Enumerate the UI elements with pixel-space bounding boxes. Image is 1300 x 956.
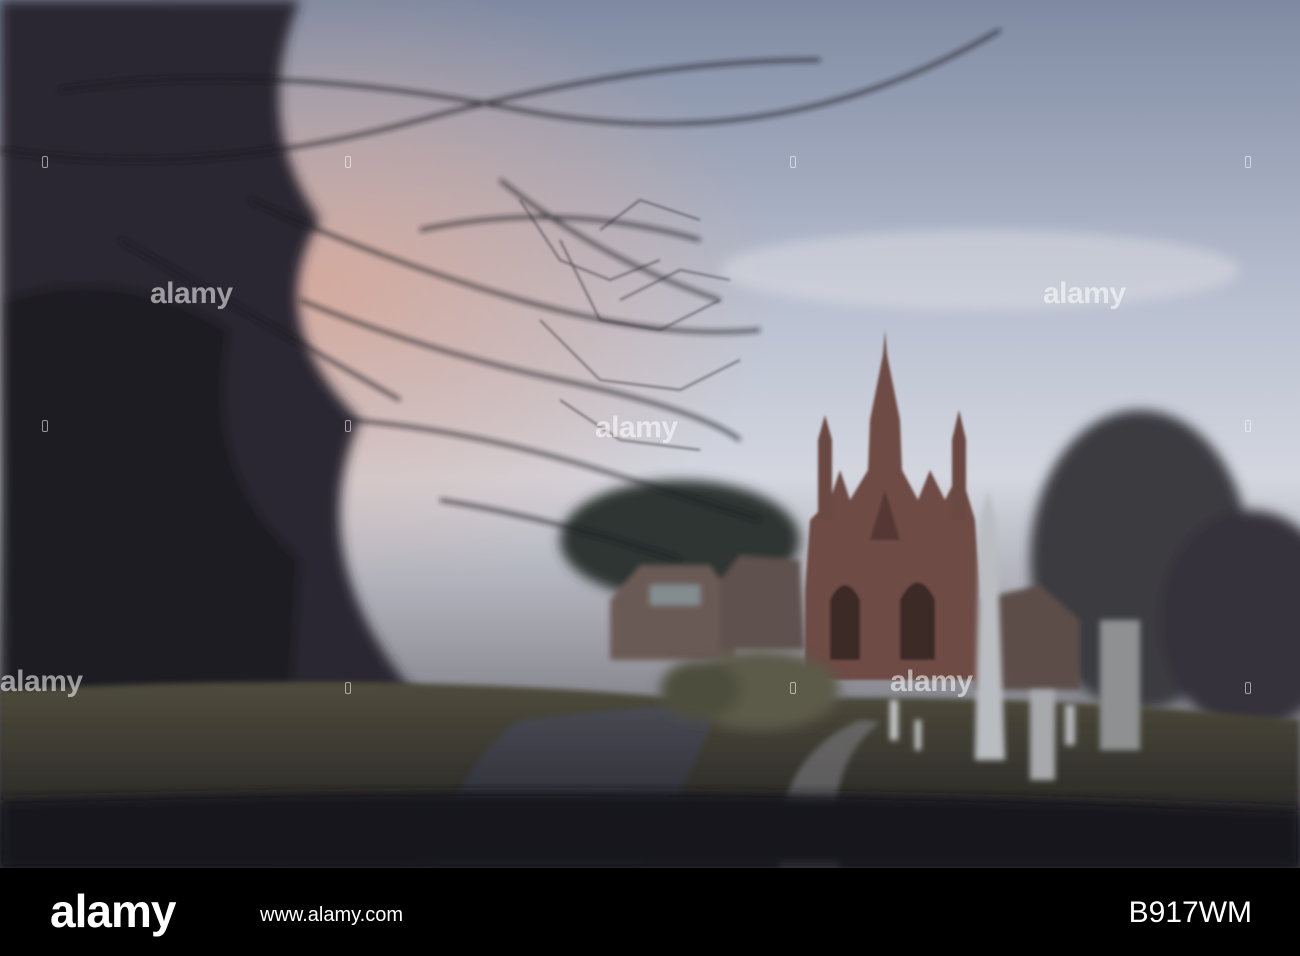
watermark-mark [790, 682, 796, 694]
watermark-text: alamy [1043, 277, 1126, 310]
watermark-mark [1245, 682, 1251, 694]
watermark-mark [790, 156, 796, 168]
watermark-text: alamy [150, 277, 233, 310]
watermark-text: alamy [595, 411, 678, 444]
watermark-mark [42, 420, 48, 432]
footer-bar [0, 868, 1300, 956]
photo-stage: alamy alamy alamy alamy alamy alamy www.… [0, 0, 1300, 956]
watermark-mark [1245, 156, 1251, 168]
watermark-mark [42, 156, 48, 168]
watermark-mark [345, 682, 351, 694]
image-id: B917WM [1128, 896, 1252, 929]
watermark-mark [1245, 420, 1251, 432]
watermark-mark [345, 420, 351, 432]
brand-logo: alamy [50, 885, 176, 937]
watermark-text: alamy [0, 665, 83, 698]
watermark-mark [345, 156, 351, 168]
site-url: www.alamy.com [260, 904, 403, 926]
watermark-text: alamy [890, 665, 973, 698]
